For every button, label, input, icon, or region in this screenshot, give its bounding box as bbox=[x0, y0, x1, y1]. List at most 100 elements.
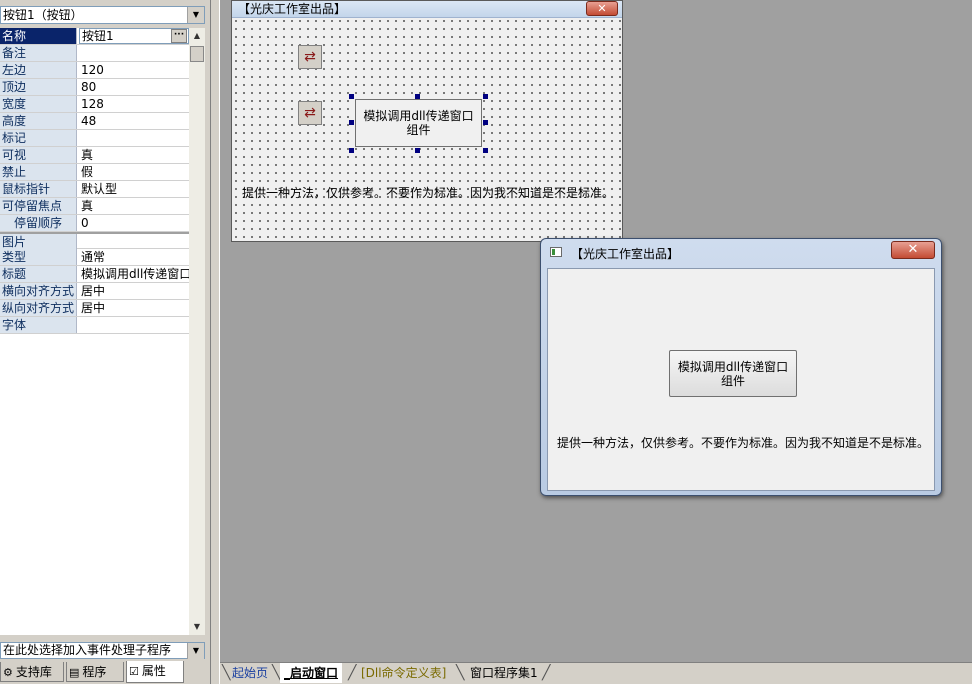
run-button-line1: 模拟调用dll传递窗口 bbox=[677, 359, 789, 374]
property-name: 字体 bbox=[0, 317, 77, 333]
property-name: 停留顺序 bbox=[0, 215, 77, 231]
property-value[interactable]: 真 bbox=[79, 198, 189, 214]
property-name: 标题 bbox=[0, 266, 77, 282]
property-value[interactable]: 真 bbox=[79, 147, 189, 163]
chevron-down-icon[interactable]: ▼ bbox=[187, 7, 204, 23]
property-value[interactable]: 80 bbox=[79, 79, 189, 95]
property-row[interactable]: 鼠标指针 默认型 bbox=[0, 181, 189, 198]
tab-start-page[interactable]: 起始页 bbox=[232, 663, 268, 683]
property-row[interactable]: 高度 48 bbox=[0, 113, 189, 130]
scroll-up-icon[interactable]: ▲ bbox=[189, 28, 205, 44]
table-component-icon[interactable]: ⇄ bbox=[298, 101, 322, 125]
tab-separator: ╱ bbox=[348, 665, 357, 681]
running-window-titlebar[interactable]: 【光庆工作室出品】 ✕ bbox=[541, 239, 941, 267]
tab-label: 程序 bbox=[82, 665, 107, 679]
property-value[interactable] bbox=[79, 45, 189, 61]
properties-icon: ☑ bbox=[129, 665, 139, 678]
panel-splitter[interactable] bbox=[210, 0, 220, 684]
object-select-value: 按钮1（按钮） bbox=[3, 8, 83, 22]
property-value[interactable] bbox=[79, 317, 189, 333]
tab-label: 属性 bbox=[141, 664, 166, 678]
property-value[interactable]: 0 bbox=[79, 215, 189, 231]
design-button-line2: 组件 bbox=[406, 123, 431, 137]
property-value[interactable]: 假 bbox=[79, 164, 189, 180]
window-icon[interactable] bbox=[550, 247, 562, 257]
property-row[interactable]: 标题 模拟调用dll传递窗口组件 bbox=[0, 266, 189, 283]
design-form-label[interactable]: 提供一种方法，仅供参考。不要作为标准。因为我不知道是不是标准。 bbox=[242, 184, 614, 201]
property-row[interactable]: 宽度 128 bbox=[0, 96, 189, 113]
property-row[interactable]: 可视 真 bbox=[0, 147, 189, 164]
design-button-1[interactable]: 模拟调用dll传递窗口 组件 bbox=[355, 99, 482, 147]
scroll-thumb[interactable] bbox=[190, 46, 204, 62]
property-row[interactable]: 类型 通常 bbox=[0, 249, 189, 266]
tab-startup-window[interactable]: _启动窗口 bbox=[280, 663, 343, 683]
resize-handle[interactable] bbox=[349, 94, 354, 99]
ellipsis-button[interactable]: ··· bbox=[171, 29, 187, 43]
property-name: 禁止 bbox=[0, 164, 77, 180]
property-row[interactable]: 字体 bbox=[0, 317, 189, 334]
property-value[interactable]: 48 bbox=[79, 113, 189, 129]
property-name: 可停留焦点 bbox=[0, 198, 77, 214]
left-panel-tabs: ⚙ 支持库 ▤ 程序 ☑ 属性 bbox=[0, 661, 210, 684]
property-value[interactable]: 通常 bbox=[79, 249, 189, 265]
property-grid: 名称 按钮1 ··· 备注 左边 120 顶边 80 宽度 128 高度 48 … bbox=[0, 28, 189, 635]
chevron-down-icon[interactable]: ▼ bbox=[187, 643, 204, 659]
resize-handle[interactable] bbox=[349, 120, 354, 125]
property-row[interactable]: 纵向对齐方式 居中 bbox=[0, 300, 189, 317]
property-row-name[interactable]: 名称 按钮1 ··· bbox=[0, 28, 189, 45]
resize-handle[interactable] bbox=[483, 120, 488, 125]
resize-handle[interactable] bbox=[415, 94, 420, 99]
tab-support-library[interactable]: ⚙ 支持库 bbox=[0, 662, 64, 682]
support-library-icon: ⚙ bbox=[3, 666, 13, 679]
design-form-title: 【光庆工作室出品】 bbox=[238, 2, 347, 16]
tab-properties[interactable]: ☑ 属性 bbox=[126, 661, 184, 683]
property-row[interactable]: 顶边 80 bbox=[0, 79, 189, 96]
property-name: 可视 bbox=[0, 147, 77, 163]
property-name: 名称 bbox=[0, 28, 77, 44]
database-component-icon[interactable]: ⇄ bbox=[298, 45, 322, 69]
property-value[interactable]: 居中 bbox=[79, 283, 189, 299]
property-name: 纵向对齐方式 bbox=[0, 300, 77, 316]
property-value[interactable]: 默认型 bbox=[79, 181, 189, 197]
tab-program[interactable]: ▤ 程序 bbox=[66, 662, 124, 682]
property-scrollbar[interactable]: ▲ ▼ bbox=[189, 28, 205, 635]
property-row[interactable]: 备注 bbox=[0, 45, 189, 62]
close-icon[interactable]: ✕ bbox=[586, 1, 618, 16]
tab-separator: ╲ bbox=[222, 665, 231, 681]
running-window-client: 模拟调用dll传递窗口 组件 提供一种方法，仅供参考。不要作为标准。因为我不知道… bbox=[547, 268, 935, 491]
property-value: 按钮1 bbox=[82, 29, 114, 43]
property-row[interactable]: 停留顺序 0 bbox=[0, 215, 189, 232]
property-row[interactable]: 标记 bbox=[0, 130, 189, 147]
property-row[interactable]: 图片 bbox=[0, 232, 189, 250]
event-handler-select[interactable]: 在此处选择加入事件处理子程序 ▼ bbox=[0, 642, 205, 659]
property-value[interactable]: 模拟调用dll传递窗口组件 bbox=[79, 266, 189, 282]
tab-dll-command-table[interactable]: [Dll命令定义表] bbox=[361, 663, 446, 683]
object-select[interactable]: 按钮1（按钮） ▼ bbox=[0, 6, 205, 24]
property-row[interactable]: 横向对齐方式 居中 bbox=[0, 283, 189, 300]
property-row[interactable]: 可停留焦点 真 bbox=[0, 198, 189, 215]
resize-handle[interactable] bbox=[349, 148, 354, 153]
property-value-input[interactable]: 按钮1 ··· bbox=[79, 28, 189, 44]
resize-handle[interactable] bbox=[483, 94, 488, 99]
resize-handle[interactable] bbox=[415, 148, 420, 153]
property-panel: 按钮1（按钮） ▼ 名称 按钮1 ··· 备注 左边 120 顶边 80 宽度 … bbox=[0, 0, 210, 684]
design-form[interactable]: 【光庆工作室出品】 ✕ ⇄ ⇄ 模拟调用dll传递窗口 组件 提供一种方法，仅供… bbox=[231, 0, 623, 242]
property-name: 标记 bbox=[0, 130, 77, 146]
event-handler-select-value: 在此处选择加入事件处理子程序 bbox=[3, 643, 172, 657]
property-row[interactable]: 左边 120 bbox=[0, 62, 189, 79]
run-button-label: 模拟调用dll传递窗口 组件 bbox=[678, 360, 788, 388]
property-value[interactable]: 居中 bbox=[79, 300, 189, 316]
tab-window-program-set[interactable]: 窗口程序集1 bbox=[470, 663, 538, 683]
run-button-1[interactable]: 模拟调用dll传递窗口 组件 bbox=[669, 350, 797, 397]
close-icon[interactable]: ✕ bbox=[891, 241, 935, 259]
property-value[interactable] bbox=[79, 130, 189, 146]
property-value[interactable] bbox=[79, 234, 189, 250]
resize-handle[interactable] bbox=[483, 148, 488, 153]
property-row[interactable]: 禁止 假 bbox=[0, 164, 189, 181]
property-name: 横向对齐方式 bbox=[0, 283, 77, 299]
running-window-label: 提供一种方法，仅供参考。不要作为标准。因为我不知道是不是标准。 bbox=[557, 436, 930, 450]
tab-separator: ╲ bbox=[456, 665, 465, 681]
property-value[interactable]: 120 bbox=[79, 62, 189, 78]
property-value[interactable]: 128 bbox=[79, 96, 189, 112]
scroll-down-icon[interactable]: ▼ bbox=[189, 619, 205, 635]
